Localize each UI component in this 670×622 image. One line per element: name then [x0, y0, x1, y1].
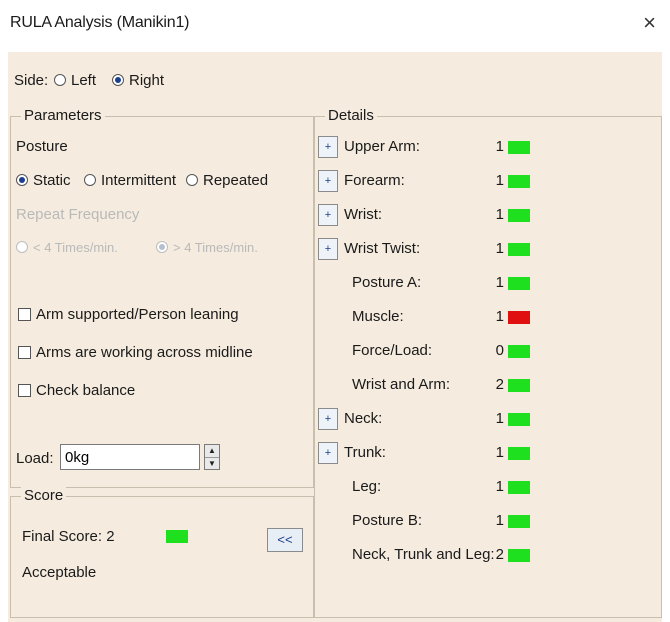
- expand-button[interactable]: +: [318, 136, 338, 158]
- parameters-legend: Parameters: [21, 107, 105, 124]
- detail-status-swatch: [508, 549, 530, 562]
- detail-status-swatch: [508, 379, 530, 392]
- load-input[interactable]: [60, 444, 200, 470]
- detail-status-swatch: [508, 141, 530, 154]
- close-icon[interactable]: ×: [643, 10, 656, 36]
- detail-label: Posture B:: [352, 512, 423, 529]
- checkbox-icon: [18, 308, 31, 321]
- radio-disabled-selected-icon: [156, 241, 168, 253]
- final-score-label: Final Score: 2: [22, 528, 115, 545]
- side-label: Side:: [14, 72, 49, 89]
- radio-icon: [84, 174, 96, 186]
- arm-supported-checkbox[interactable]: Arm supported/Person leaning: [18, 306, 239, 323]
- detail-status-swatch: [508, 413, 530, 426]
- stepper-up-icon[interactable]: ▲: [205, 445, 219, 458]
- score-legend: Score: [21, 487, 67, 504]
- check-balance-checkbox[interactable]: Check balance: [18, 382, 135, 399]
- detail-label: Neck, Trunk and Leg:: [352, 546, 495, 563]
- detail-value: 1: [495, 138, 504, 155]
- verdict-label: Acceptable: [22, 564, 97, 581]
- expand-button[interactable]: +: [318, 238, 338, 260]
- detail-status-swatch: [508, 345, 530, 358]
- detail-value: 1: [495, 206, 504, 223]
- checkbox-icon: [18, 346, 31, 359]
- detail-value: 1: [495, 308, 504, 325]
- detail-value: 1: [495, 274, 504, 291]
- detail-value: 1: [495, 478, 504, 495]
- expand-button[interactable]: +: [318, 442, 338, 464]
- detail-label: Wrist Twist:: [344, 240, 421, 257]
- posture-repeated-radio[interactable]: Repeated: [186, 172, 268, 189]
- window-title: RULA Analysis (Manikin1): [10, 14, 190, 31]
- detail-value: 1: [495, 410, 504, 427]
- load-stepper[interactable]: ▲ ▼: [204, 444, 220, 470]
- side-right-label: Right: [129, 72, 165, 89]
- detail-label: Posture A:: [352, 274, 422, 291]
- load-label: Load:: [16, 450, 54, 467]
- final-score-swatch: [166, 530, 188, 543]
- title-bar: RULA Analysis (Manikin1) ×: [0, 0, 670, 52]
- repeat-less-label: < 4 Times/min.: [33, 240, 118, 255]
- repeat-more-label: > 4 Times/min.: [173, 240, 258, 255]
- arm-supported-label: Arm supported/Person leaning: [36, 306, 239, 323]
- expand-button[interactable]: +: [318, 408, 338, 430]
- score-group: Score: [10, 487, 314, 618]
- detail-value: 2: [495, 546, 504, 563]
- posture-label: Posture: [16, 138, 68, 155]
- posture-static-radio[interactable]: Static: [16, 172, 71, 189]
- radio-icon: [54, 74, 66, 86]
- detail-label: Forearm:: [344, 172, 405, 189]
- expand-button[interactable]: +: [318, 170, 338, 192]
- detail-status-swatch: [508, 447, 530, 460]
- detail-value: 1: [495, 444, 504, 461]
- repeat-frequency-label: Repeat Frequency: [16, 206, 140, 223]
- details-legend: Details: [325, 107, 377, 124]
- detail-label: Wrist and Arm:: [352, 376, 451, 393]
- expand-button[interactable]: +: [318, 204, 338, 226]
- repeat-more-radio[interactable]: > 4 Times/min.: [156, 240, 258, 255]
- repeat-less-radio[interactable]: < 4 Times/min.: [16, 240, 118, 255]
- detail-status-swatch: [508, 243, 530, 256]
- detail-label: Force/Load:: [352, 342, 433, 359]
- radio-selected-icon: [112, 74, 124, 86]
- detail-label: Leg:: [352, 478, 382, 495]
- detail-status-swatch: [508, 175, 530, 188]
- arms-midline-checkbox[interactable]: Arms are working across midline: [18, 344, 253, 361]
- detail-label: Wrist:: [344, 206, 383, 223]
- radio-selected-icon: [16, 174, 28, 186]
- arms-midline-label: Arms are working across midline: [36, 344, 253, 361]
- detail-value: 1: [495, 512, 504, 529]
- side-left-radio[interactable]: Left: [54, 72, 96, 89]
- detail-label: Upper Arm:: [344, 138, 420, 155]
- posture-repeated-label: Repeated: [203, 172, 269, 189]
- detail-value: 2: [495, 376, 504, 393]
- posture-intermittent-radio[interactable]: Intermittent: [84, 172, 176, 189]
- radio-icon: [186, 174, 198, 186]
- stepper-down-icon[interactable]: ▼: [205, 458, 219, 470]
- side-left-label: Left: [71, 72, 97, 89]
- detail-value: 1: [495, 172, 504, 189]
- detail-label: Trunk:: [344, 444, 386, 461]
- details-group: Details: [314, 107, 662, 618]
- check-balance-label: Check balance: [36, 382, 136, 399]
- detail-label: Muscle:: [352, 308, 404, 325]
- checkbox-icon: [18, 384, 31, 397]
- detail-status-swatch: [508, 277, 530, 290]
- collapse-details-button[interactable]: <<: [267, 528, 303, 552]
- detail-value: 0: [495, 342, 504, 359]
- posture-static-label: Static: [33, 172, 71, 189]
- detail-status-swatch: [508, 311, 530, 324]
- detail-status-swatch: [508, 209, 530, 222]
- side-right-radio[interactable]: Right: [112, 72, 164, 89]
- detail-value: 1: [495, 240, 504, 257]
- detail-label: Neck:: [344, 410, 383, 427]
- detail-status-swatch: [508, 515, 530, 528]
- radio-disabled-icon: [16, 241, 28, 253]
- posture-intermittent-label: Intermittent: [101, 172, 177, 189]
- detail-status-swatch: [508, 481, 530, 494]
- rula-dialog: Side: Left Right Parameters Posture Stat…: [8, 52, 662, 622]
